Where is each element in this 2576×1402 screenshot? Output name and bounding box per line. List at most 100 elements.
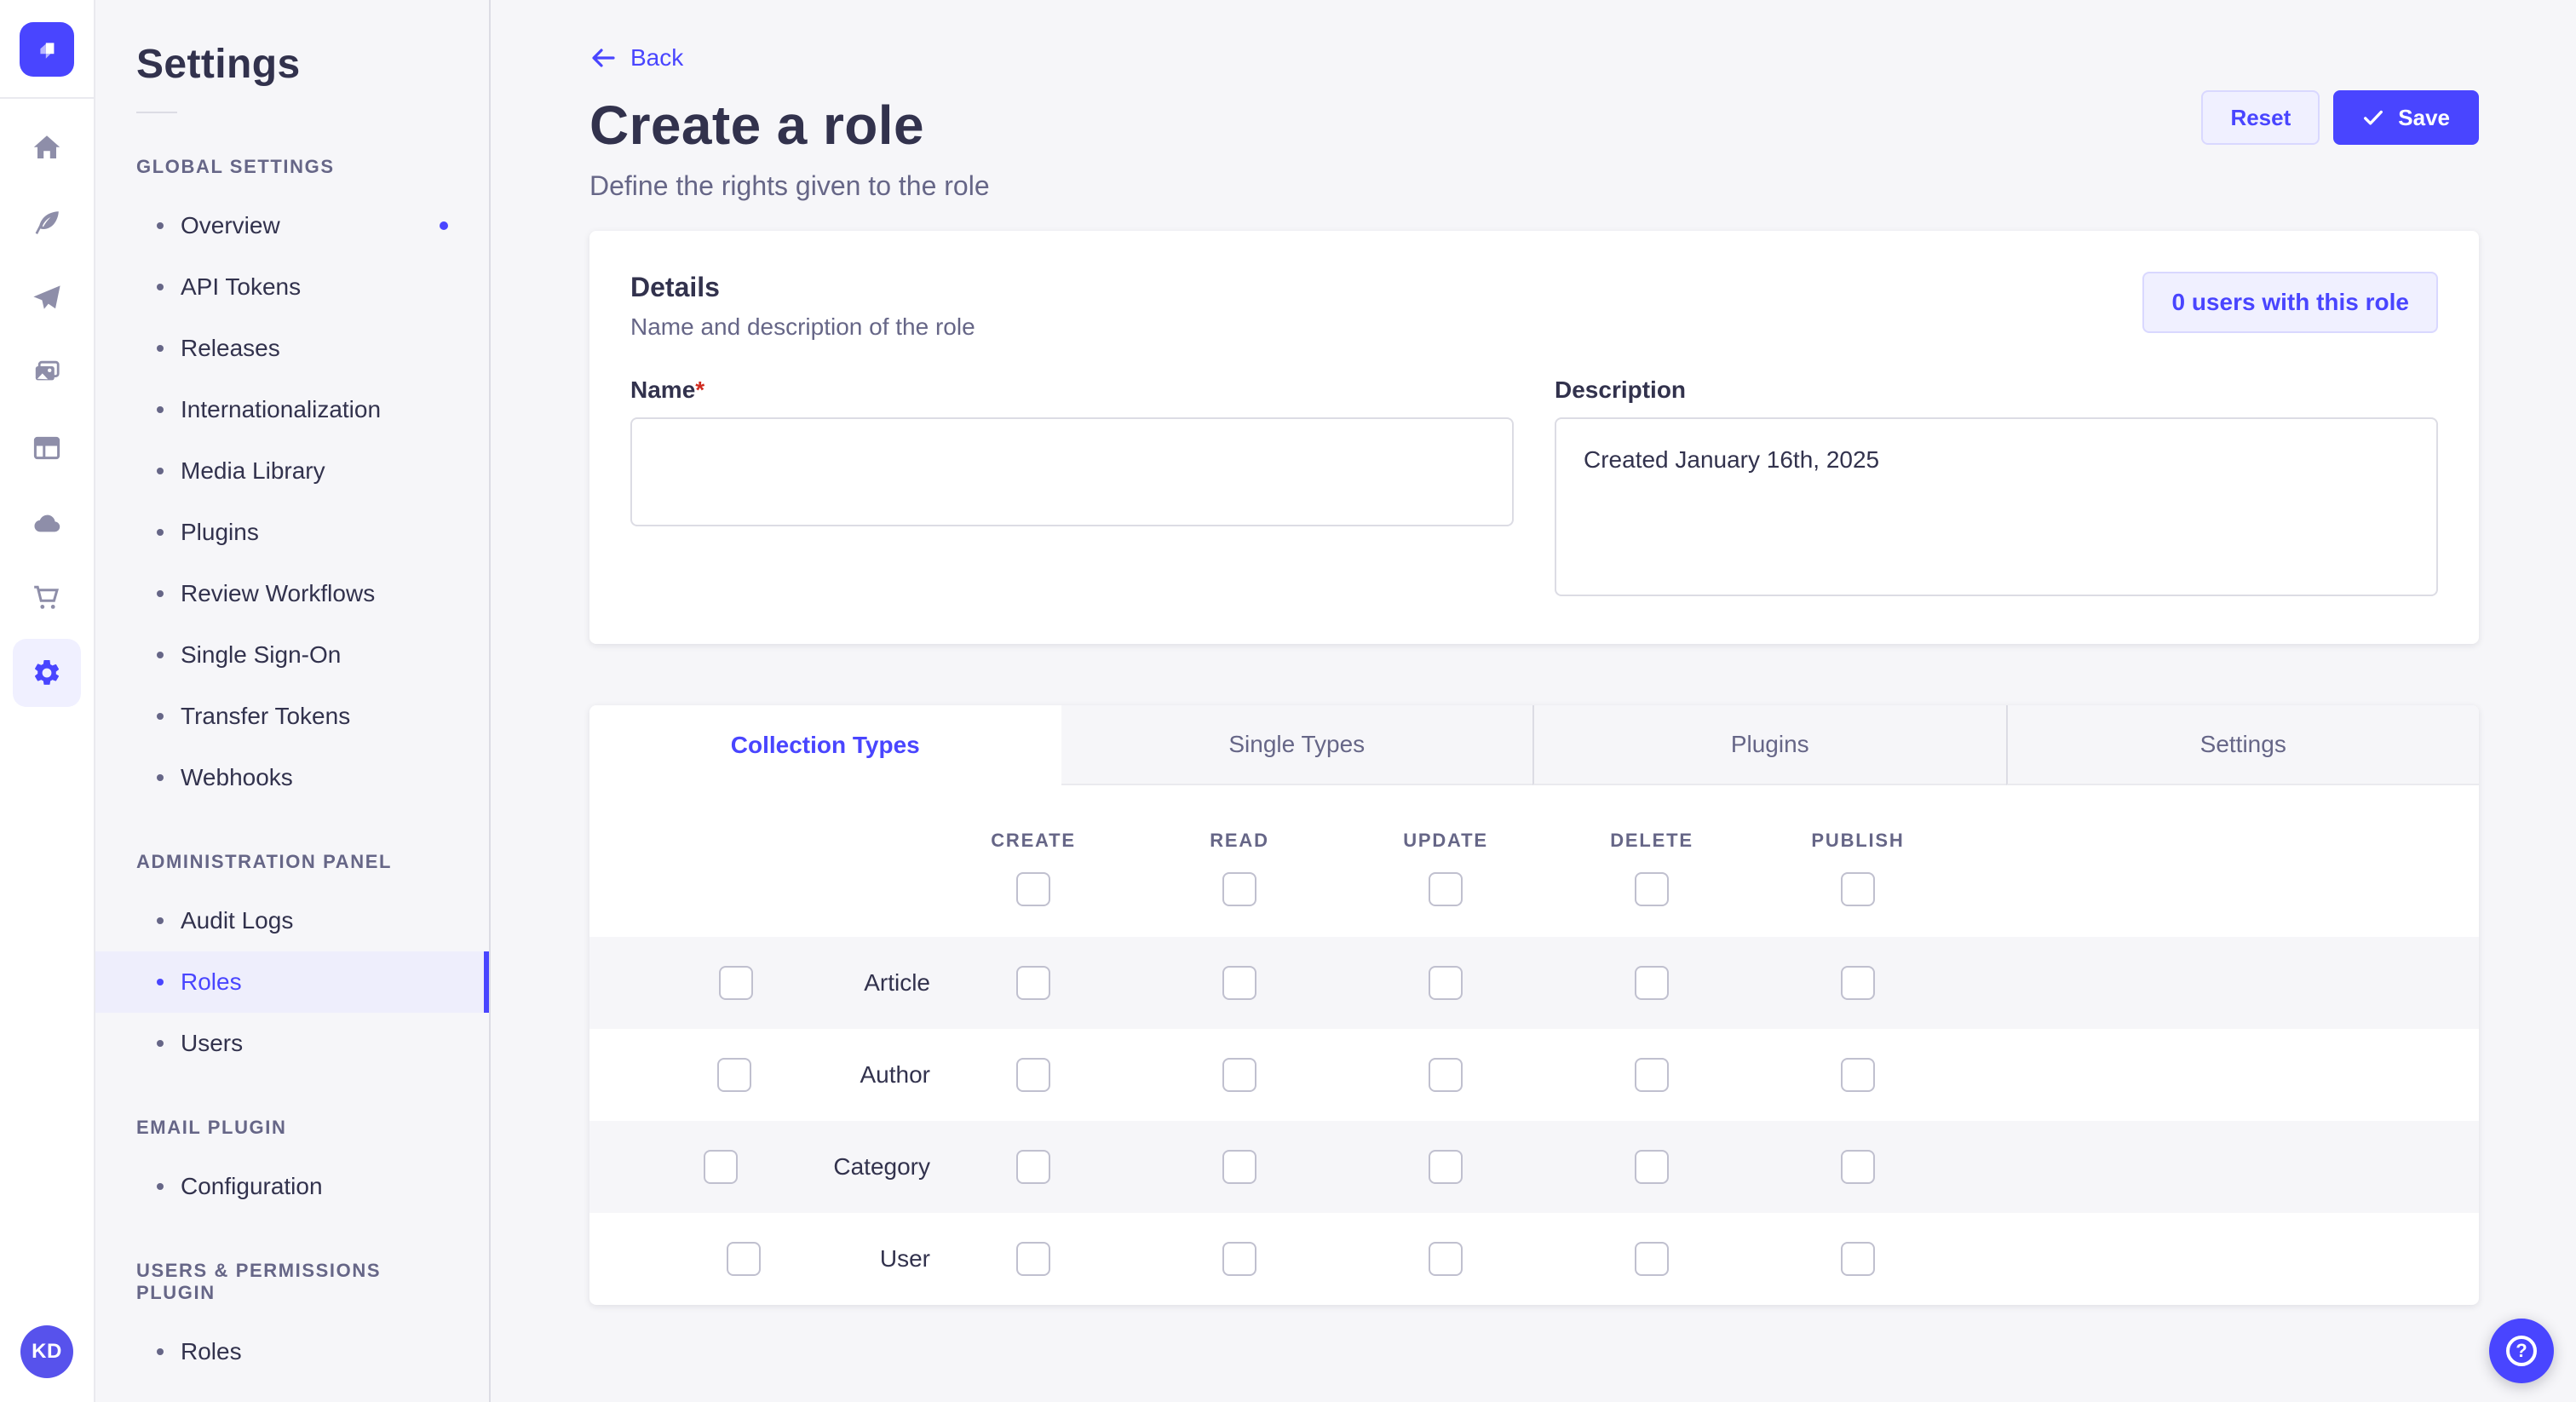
sidebar-item-configuration[interactable]: Configuration: [95, 1156, 489, 1217]
sidebar-item-users[interactable]: Users: [95, 1013, 489, 1074]
category-create-checkbox[interactable]: [1016, 1150, 1050, 1184]
column-header-delete: DELETE: [1549, 830, 1755, 852]
section-header: USERS & PERMISSIONS PLUGIN: [95, 1260, 489, 1304]
row-select-checkbox[interactable]: [727, 1242, 761, 1276]
rail-nav: [13, 133, 81, 688]
media-icon[interactable]: [32, 358, 62, 388]
main-content: Back Create a role Define the rights giv…: [491, 0, 2576, 1402]
category-publish-checkbox[interactable]: [1841, 1150, 1875, 1184]
tab-plugins[interactable]: Plugins: [1532, 705, 2006, 785]
sidebar-title: Settings: [95, 41, 489, 88]
bullet-icon: [157, 1348, 164, 1355]
sidebar-item-plugins[interactable]: Plugins: [95, 502, 489, 563]
rail-divider: [0, 97, 95, 99]
strapi-logo-icon: [30, 32, 64, 66]
bullet-icon: [157, 1040, 164, 1047]
row-select-checkbox[interactable]: [719, 966, 753, 1000]
tab-collection-types[interactable]: Collection Types: [589, 705, 1061, 785]
cart-icon[interactable]: [32, 583, 62, 613]
layout-icon[interactable]: [32, 433, 62, 463]
sidebar-item-roles[interactable]: Roles: [95, 951, 489, 1013]
row-select-checkbox[interactable]: [704, 1150, 738, 1184]
save-button[interactable]: Save: [2333, 90, 2479, 145]
author-create-checkbox[interactable]: [1016, 1058, 1050, 1092]
back-link[interactable]: Back: [589, 44, 683, 72]
article-read-checkbox[interactable]: [1222, 966, 1256, 1000]
notification-dot-icon: [440, 221, 448, 230]
reset-button[interactable]: Reset: [2201, 90, 2320, 145]
strapi-logo[interactable]: [20, 22, 74, 77]
page-header: Create a role Define the rights given to…: [589, 94, 2479, 202]
sidebar-item-transfer-tokens[interactable]: Transfer Tokens: [95, 686, 489, 747]
category-read-checkbox[interactable]: [1222, 1150, 1256, 1184]
article-update-checkbox[interactable]: [1429, 966, 1463, 1000]
user-update-checkbox[interactable]: [1429, 1242, 1463, 1276]
category-delete-checkbox[interactable]: [1635, 1150, 1669, 1184]
article-create-checkbox[interactable]: [1016, 966, 1050, 1000]
sidebar-item-webhooks[interactable]: Webhooks: [95, 747, 489, 808]
help-button[interactable]: ?: [2489, 1319, 2554, 1383]
tab-single-types[interactable]: Single Types: [1061, 705, 1533, 785]
author-read-checkbox[interactable]: [1222, 1058, 1256, 1092]
column-header-update: UPDATE: [1343, 830, 1549, 852]
row-label: Category: [833, 1153, 930, 1181]
section-header: ADMINISTRATION PANEL: [95, 851, 489, 873]
details-subheading: Name and description of the role: [630, 313, 975, 341]
sidebar-item-audit-logs[interactable]: Audit Logs: [95, 890, 489, 951]
column-header-read: READ: [1136, 830, 1343, 852]
sidebar-item-single-sign-on[interactable]: Single Sign-On: [95, 624, 489, 686]
user-publish-checkbox[interactable]: [1841, 1242, 1875, 1276]
bullet-icon: [157, 529, 164, 536]
select-all-read-checkbox[interactable]: [1222, 872, 1256, 906]
table-row-category: Category: [589, 1121, 2479, 1213]
sidebar-item-review-workflows[interactable]: Review Workflows: [95, 563, 489, 624]
details-card: Details Name and description of the role…: [589, 231, 2479, 644]
user-read-checkbox[interactable]: [1222, 1242, 1256, 1276]
row-select-checkbox[interactable]: [717, 1058, 751, 1092]
gear-icon[interactable]: [13, 639, 81, 707]
cloud-icon[interactable]: [32, 508, 62, 538]
sidebar-item-internationalization[interactable]: Internationalization: [95, 379, 489, 440]
user-create-checkbox[interactable]: [1016, 1242, 1050, 1276]
user-avatar[interactable]: KD: [20, 1325, 73, 1378]
category-update-checkbox[interactable]: [1429, 1150, 1463, 1184]
user-delete-checkbox[interactable]: [1635, 1242, 1669, 1276]
select-all-publish-checkbox[interactable]: [1841, 872, 1875, 906]
users-with-role-button[interactable]: 0 users with this role: [2142, 272, 2438, 333]
bullet-icon: [157, 468, 164, 474]
bullet-icon: [157, 979, 164, 985]
send-icon[interactable]: [32, 283, 62, 313]
section-header: EMAIL PLUGIN: [95, 1117, 489, 1139]
app-window: KD Settings GLOBAL SETTINGS Overview API…: [0, 0, 2576, 1402]
sidebar-item-providers[interactable]: Providers: [95, 1382, 489, 1402]
sidebar-item-overview[interactable]: Overview: [95, 195, 489, 256]
bullet-icon: [157, 284, 164, 290]
details-heading: Details: [630, 272, 975, 303]
article-publish-checkbox[interactable]: [1841, 966, 1875, 1000]
page-title: Create a role: [589, 94, 990, 157]
author-publish-checkbox[interactable]: [1841, 1058, 1875, 1092]
select-all-create-checkbox[interactable]: [1016, 872, 1050, 906]
table-row-author: Author: [589, 1029, 2479, 1121]
row-label: User: [880, 1245, 930, 1273]
sidebar-item-api-tokens[interactable]: API Tokens: [95, 256, 489, 318]
select-all-delete-checkbox[interactable]: [1635, 872, 1669, 906]
bullet-icon: [157, 345, 164, 352]
settings-sidebar: Settings GLOBAL SETTINGS Overview API To…: [95, 0, 491, 1402]
description-textarea[interactable]: Created January 16th, 2025: [1555, 417, 2438, 596]
bullet-icon: [157, 1183, 164, 1190]
article-delete-checkbox[interactable]: [1635, 966, 1669, 1000]
tab-settings[interactable]: Settings: [2006, 705, 2480, 785]
feather-icon[interactable]: [32, 208, 62, 238]
home-icon[interactable]: [32, 133, 62, 164]
name-input[interactable]: [630, 417, 1514, 526]
sidebar-item-media-library[interactable]: Media Library: [95, 440, 489, 502]
sidebar-item-up-roles[interactable]: Roles: [95, 1321, 489, 1382]
author-update-checkbox[interactable]: [1429, 1058, 1463, 1092]
author-delete-checkbox[interactable]: [1635, 1058, 1669, 1092]
column-header-create: CREATE: [930, 830, 1136, 852]
sidebar-item-releases[interactable]: Releases: [95, 318, 489, 379]
column-header-publish: PUBLISH: [1755, 830, 1961, 852]
select-all-update-checkbox[interactable]: [1429, 872, 1463, 906]
check-icon: [2362, 106, 2384, 129]
